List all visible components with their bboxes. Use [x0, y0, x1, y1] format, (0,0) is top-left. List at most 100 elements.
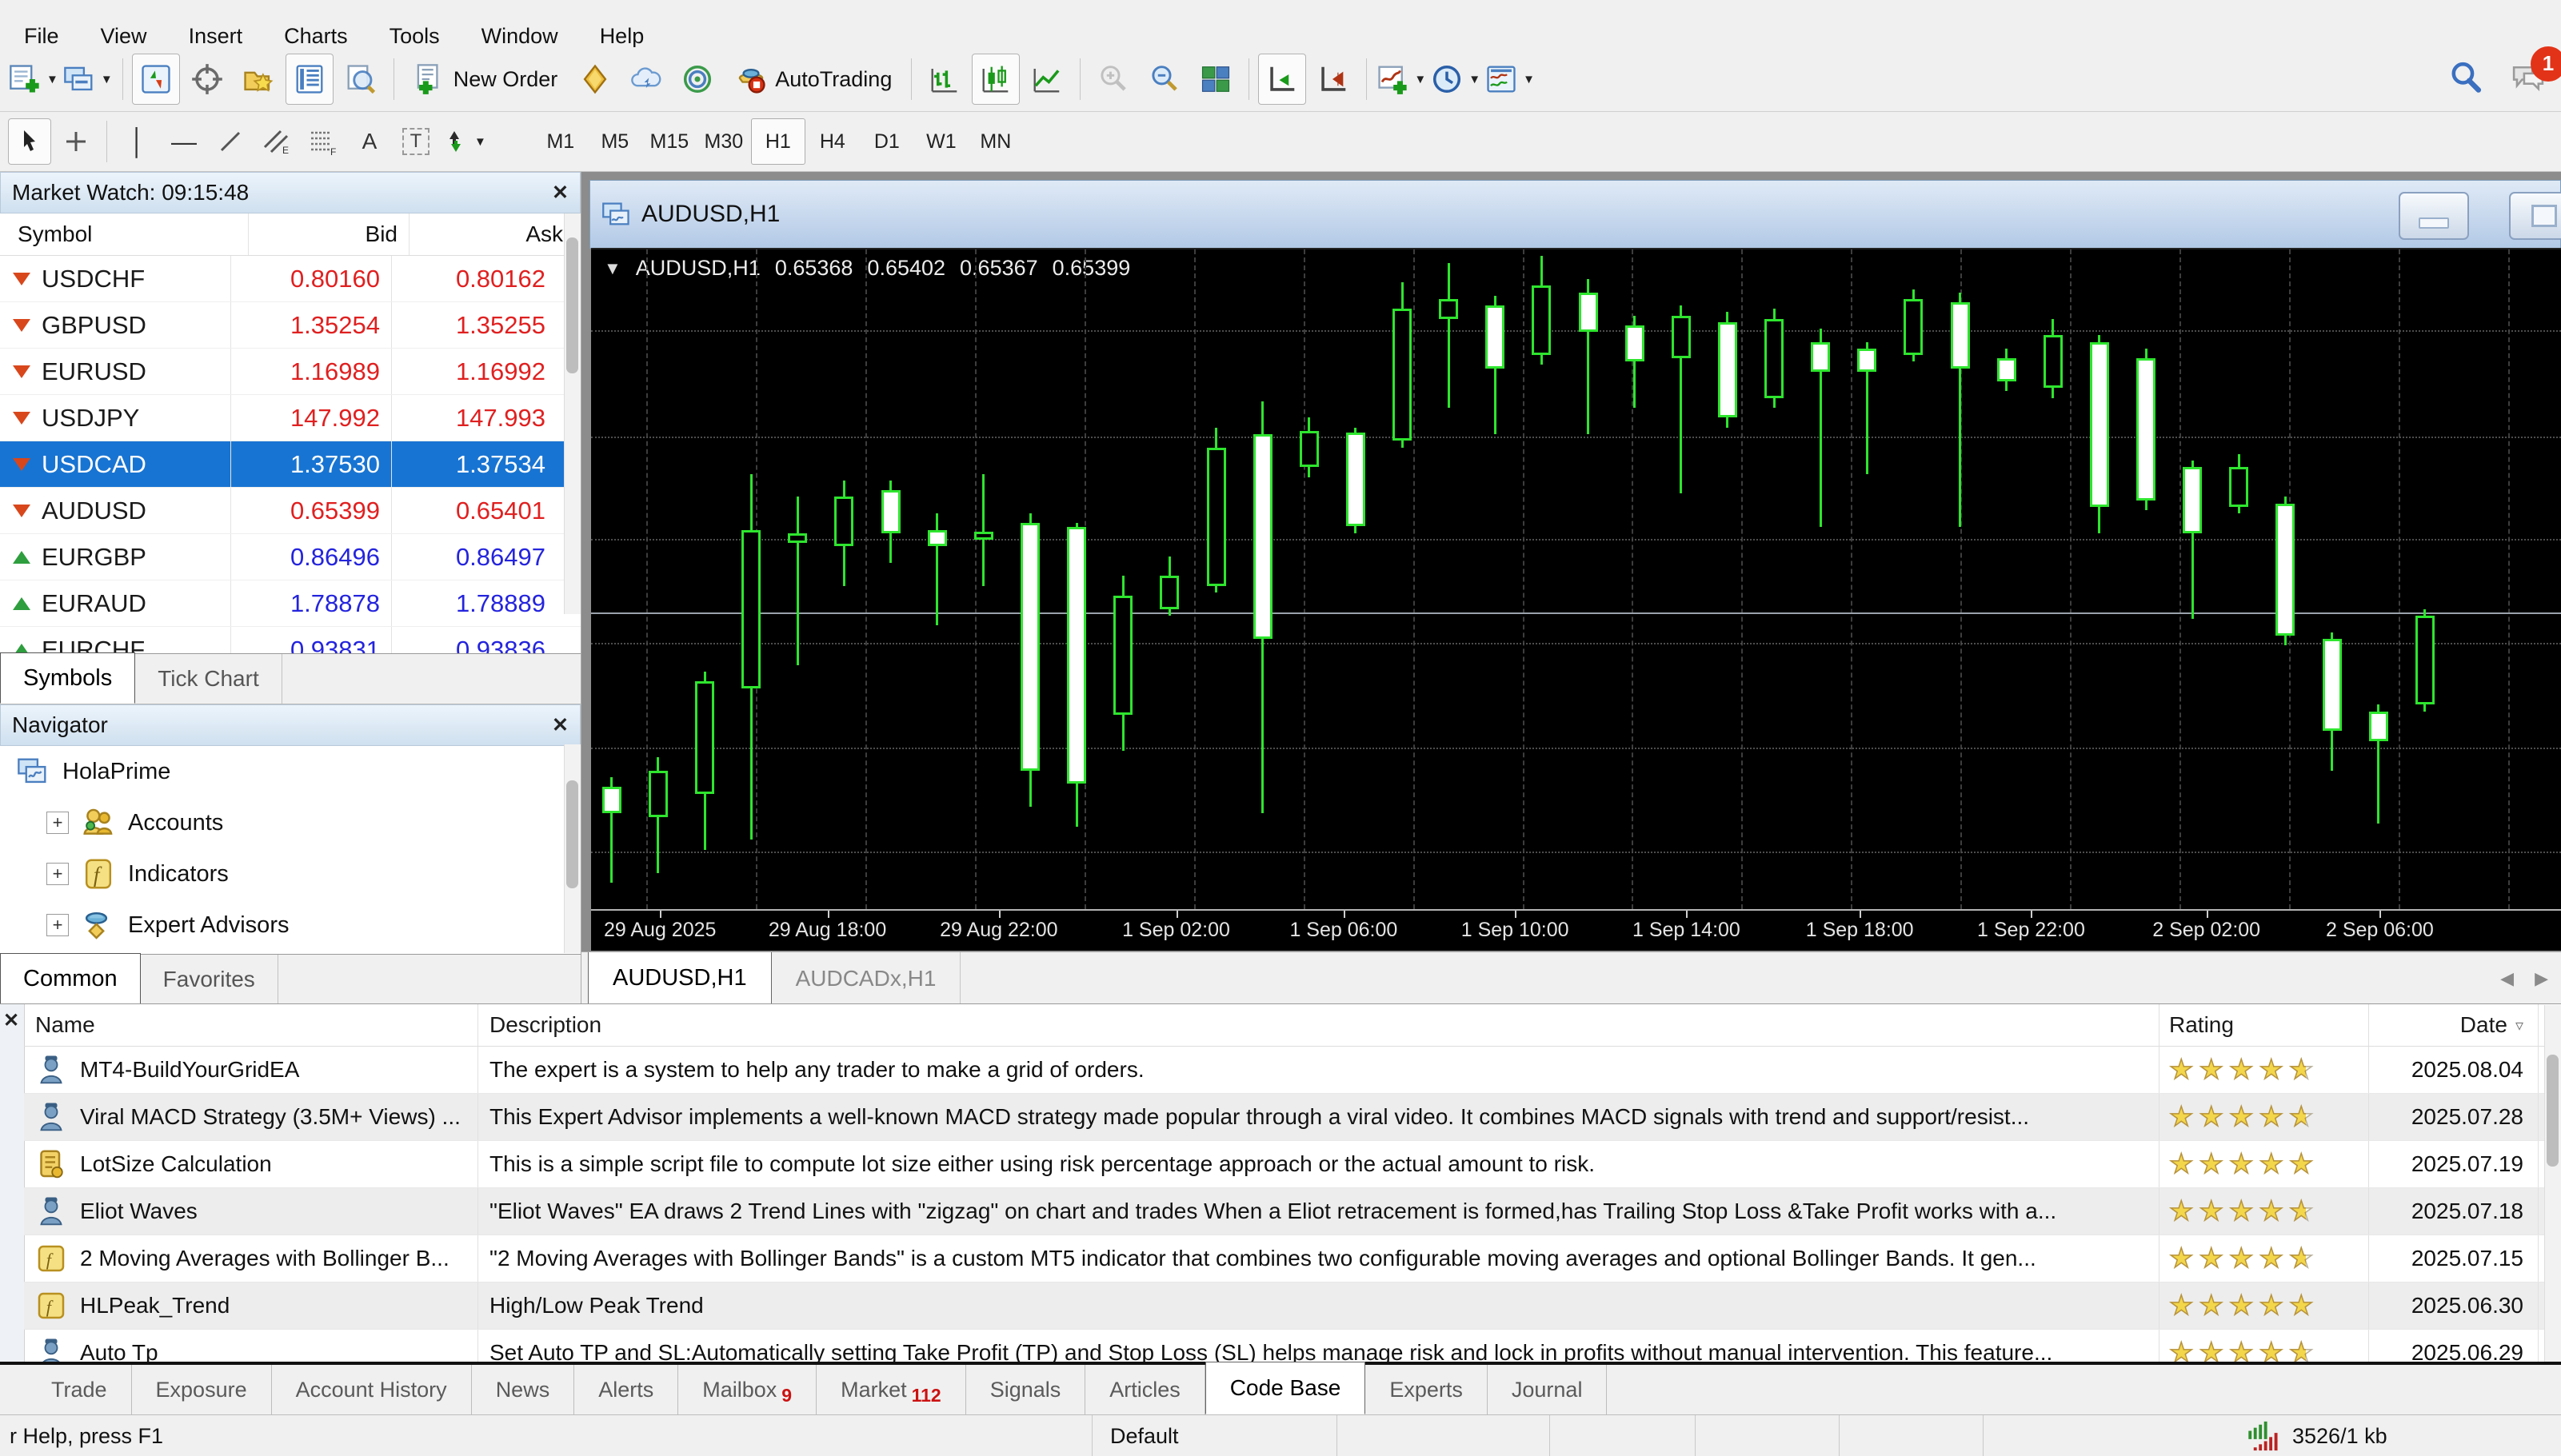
market-watch-scrollbar[interactable]: [564, 213, 581, 614]
close-icon[interactable]: ✕: [552, 181, 569, 205]
text-label-tool-button[interactable]: T: [394, 118, 437, 165]
terminal-tab-trade[interactable]: Trade: [27, 1365, 132, 1414]
expand-plus-icon[interactable]: +: [46, 914, 69, 936]
timeframe-h4[interactable]: H4: [805, 118, 860, 165]
crosshair-mode-button[interactable]: [183, 54, 231, 105]
timeframe-mn[interactable]: MN: [969, 118, 1023, 165]
chart-titlebar[interactable]: AUDUSD,H1: [589, 180, 2561, 249]
deposit-button[interactable]: [571, 54, 619, 105]
cloud-sync-button[interactable]: [622, 54, 670, 105]
periods-button[interactable]: ▼: [1430, 54, 1481, 105]
market-watch-row-eurusd[interactable]: EURUSD1.169891.16992: [0, 349, 581, 395]
candlestick-mode-button[interactable]: [972, 54, 1020, 105]
navigator-scrollbar[interactable]: [564, 744, 581, 953]
new-order-button[interactable]: New Order: [403, 54, 569, 105]
terminal-tab-alerts[interactable]: Alerts: [574, 1365, 678, 1414]
terminal-tab-code-base[interactable]: Code Base: [1205, 1362, 1366, 1414]
navigator-item-accounts[interactable]: +Accounts: [0, 797, 581, 848]
codebase-row[interactable]: MT4-BuildYourGridEAThe expert is a syste…: [24, 1047, 2561, 1094]
tab-tick-chart[interactable]: Tick Chart: [135, 654, 282, 704]
column-header-description[interactable]: Description: [478, 1004, 2159, 1046]
tab-scroll-right-icon[interactable]: ▶: [2535, 968, 2548, 989]
maximize-button[interactable]: [2509, 192, 2561, 240]
market-watch-titlebar[interactable]: Market Watch: 09:15:48 ✕: [0, 172, 581, 213]
market-watch-toggle-button[interactable]: [132, 54, 180, 105]
tile-windows-button[interactable]: [1192, 54, 1240, 105]
menu-item-file[interactable]: File: [3, 24, 80, 49]
timeframe-m30[interactable]: M30: [697, 118, 751, 165]
tab-symbols[interactable]: Symbols: [0, 652, 135, 704]
terminal-tab-exposure[interactable]: Exposure: [132, 1365, 272, 1414]
trendline-tool-button[interactable]: [209, 118, 252, 165]
community-button[interactable]: [673, 54, 721, 105]
market-watch-row-gbpusd[interactable]: GBPUSD1.352541.35255: [0, 302, 581, 349]
menu-item-insert[interactable]: Insert: [168, 24, 264, 49]
market-watch-row-eurgbp[interactable]: EURGBP0.864960.86497: [0, 534, 581, 580]
data-window-toggle-button[interactable]: [286, 54, 334, 105]
tab-favorites[interactable]: Favorites: [141, 955, 278, 1004]
codebase-row[interactable]: fHLPeak_TrendHigh/Low Peak Trend★★★★★202…: [24, 1282, 2561, 1330]
line-chart-mode-button[interactable]: [1023, 54, 1071, 105]
codebase-row[interactable]: LotSize CalculationThis is a simple scri…: [24, 1141, 2561, 1188]
zoom-in-button[interactable]: [1089, 54, 1137, 105]
menu-item-help[interactable]: Help: [579, 24, 665, 49]
close-icon[interactable]: ✕: [3, 1009, 19, 1032]
text-tool-button[interactable]: A: [348, 118, 391, 165]
menu-item-view[interactable]: View: [80, 24, 168, 49]
crosshair-tool-button[interactable]: [54, 118, 98, 165]
chart-shift-button[interactable]: [1309, 54, 1357, 105]
chart-tab-audcadx-h1[interactable]: AUDCADx,H1: [772, 952, 961, 1003]
column-header-symbol[interactable]: Symbol: [0, 213, 249, 255]
column-header-bid[interactable]: Bid: [249, 213, 410, 255]
strategy-tester-button[interactable]: [337, 54, 385, 105]
terminal-tab-mailbox[interactable]: Mailbox9: [678, 1365, 817, 1414]
market-watch-row-usdchf[interactable]: USDCHF0.801600.80162: [0, 256, 581, 302]
indicators-button[interactable]: ▼: [1376, 54, 1427, 105]
market-watch-row-usdcad[interactable]: USDCAD1.375301.37534: [0, 441, 581, 488]
terminal-tab-news[interactable]: News: [472, 1365, 575, 1414]
vertical-line-tool-button[interactable]: │: [116, 118, 159, 165]
market-watch-row-euraud[interactable]: EURAUD1.788781.78889: [0, 580, 581, 627]
column-header-name[interactable]: Name: [24, 1004, 478, 1046]
codebase-row[interactable]: f2 Moving Averages with Bollinger B..."2…: [24, 1235, 2561, 1282]
codebase-row[interactable]: Viral MACD Strategy (3.5M+ Views) ...Thi…: [24, 1094, 2561, 1141]
terminal-tab-articles[interactable]: Articles: [1085, 1365, 1205, 1414]
navigator-item-holaprime[interactable]: HolaPrime: [0, 746, 581, 797]
chart-tab-audusd-h1[interactable]: AUDUSD,H1: [588, 952, 772, 1003]
chart-canvas[interactable]: ▼ AUDUSD,H1 0.65368 0.65402 0.65367 0.65…: [591, 248, 2561, 909]
terminal-tab-account-history[interactable]: Account History: [272, 1365, 472, 1414]
navigator-item-expert-advisors[interactable]: +Expert Advisors: [0, 900, 581, 951]
terminal-tab-journal[interactable]: Journal: [1488, 1365, 1608, 1414]
minimize-button[interactable]: [2399, 192, 2469, 240]
favorites-button[interactable]: [234, 54, 282, 105]
menu-item-window[interactable]: Window: [461, 24, 579, 49]
market-watch-row-audusd[interactable]: AUDUSD0.653990.65401: [0, 488, 581, 534]
zoom-out-button[interactable]: [1141, 54, 1189, 105]
terminal-tab-experts[interactable]: Experts: [1365, 1365, 1488, 1414]
bar-chart-mode-button[interactable]: [921, 54, 969, 105]
auto-scroll-button[interactable]: [1258, 54, 1306, 105]
column-header-rating[interactable]: Rating: [2159, 1004, 2369, 1046]
equidistant-channel-tool-button[interactable]: E: [255, 118, 298, 165]
timeframe-m5[interactable]: M5: [588, 118, 642, 165]
close-icon[interactable]: ✕: [552, 713, 569, 737]
menu-item-tools[interactable]: Tools: [369, 24, 461, 49]
expand-plus-icon[interactable]: +: [46, 863, 69, 885]
timeframe-d1[interactable]: D1: [860, 118, 914, 165]
timeframe-m15[interactable]: M15: [642, 118, 697, 165]
timeframe-m1[interactable]: M1: [533, 118, 588, 165]
timeframe-h1[interactable]: H1: [751, 118, 805, 165]
timeframe-w1[interactable]: W1: [914, 118, 969, 165]
status-profile[interactable]: Default: [1092, 1415, 1337, 1456]
navigator-titlebar[interactable]: Navigator ✕: [0, 704, 581, 746]
autotrading-toggle-button[interactable]: AutoTrading: [725, 54, 902, 105]
cursor-tool-button[interactable]: [8, 118, 51, 165]
menu-item-charts[interactable]: Charts: [263, 24, 369, 49]
navigator-item-indicators[interactable]: +fIndicators: [0, 848, 581, 900]
column-header-ask[interactable]: Ask: [410, 213, 573, 255]
search-icon[interactable]: [2447, 60, 2483, 99]
templates-button[interactable]: ▼: [1484, 54, 1536, 105]
tab-common[interactable]: Common: [0, 953, 141, 1004]
tab-scroll-left-icon[interactable]: ◀: [2500, 968, 2514, 989]
fibonacci-tool-button[interactable]: F: [302, 118, 345, 165]
